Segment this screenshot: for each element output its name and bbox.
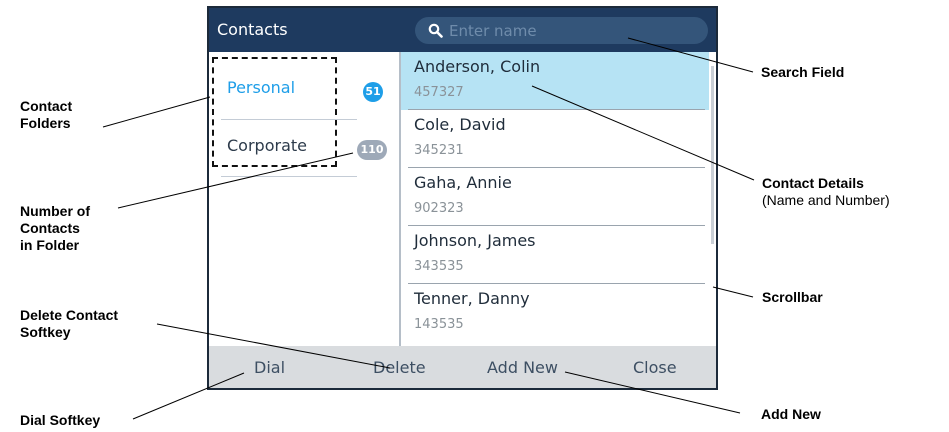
callout-number-of-contacts-line3: in Folder bbox=[20, 237, 80, 253]
leader-add-new bbox=[564, 371, 741, 414]
leader-contact-details bbox=[531, 85, 755, 181]
leader-search-field bbox=[627, 37, 754, 73]
callout-contact-details: Contact Details (Name and Number) bbox=[762, 175, 890, 209]
callout-delete-softkey-line2: Softkey bbox=[20, 324, 71, 340]
callout-delete-softkey-line1: Delete Contact bbox=[20, 307, 119, 323]
callout-dial-softkey-text: Dial Softkey bbox=[20, 412, 101, 428]
callout-contact-folders-line1: Contact bbox=[20, 98, 73, 114]
callout-search-field: Search Field bbox=[761, 64, 844, 81]
callout-add-new: Add New bbox=[761, 406, 821, 423]
callout-scrollbar: Scrollbar bbox=[762, 289, 823, 306]
callout-contact-details-sub: (Name and Number) bbox=[762, 192, 890, 208]
callout-number-of-contacts-line1: Number of bbox=[20, 203, 90, 219]
leader-scrollbar bbox=[712, 286, 754, 298]
callout-number-of-contacts: Number of Contacts in Folder bbox=[20, 203, 90, 254]
leader-delete-softkey bbox=[156, 323, 391, 369]
callout-number-of-contacts-line2: Contacts bbox=[20, 220, 80, 236]
callout-dial-softkey: Dial Softkey bbox=[20, 412, 100, 429]
leader-contact-folders bbox=[102, 96, 211, 128]
callout-search-field-text: Search Field bbox=[761, 64, 845, 80]
leader-number-of-contacts bbox=[117, 152, 354, 209]
callout-add-new-text: Add New bbox=[761, 406, 821, 422]
callout-scrollbar-text: Scrollbar bbox=[762, 289, 823, 305]
leader-dial-softkey bbox=[132, 372, 245, 420]
callout-contact-details-line1: Contact Details bbox=[762, 175, 864, 191]
callout-delete-softkey: Delete Contact Softkey bbox=[20, 307, 118, 341]
callout-contact-folders: Contact Folders bbox=[20, 98, 72, 132]
callout-contact-folders-line2: Folders bbox=[20, 115, 71, 131]
